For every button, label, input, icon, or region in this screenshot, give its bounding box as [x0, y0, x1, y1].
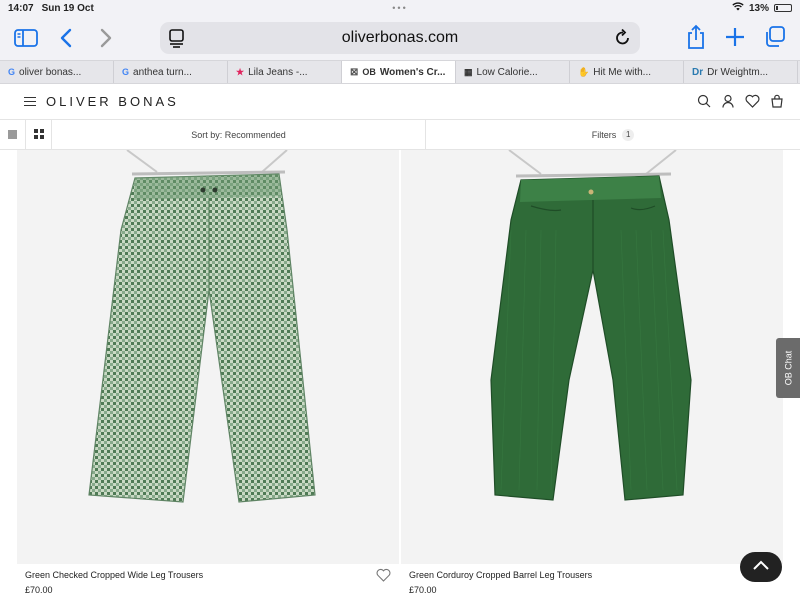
filter-bar: Sort by: Recommended Filters 1: [0, 120, 800, 150]
site-favicon-icon: ▦: [464, 66, 473, 77]
dr-favicon-icon: Dr: [692, 66, 704, 78]
back-icon[interactable]: [52, 24, 80, 52]
forward-icon[interactable]: [92, 24, 120, 52]
ob-chat-label: OB Chat: [783, 350, 794, 386]
star-icon: ★: [236, 66, 245, 77]
browser-toolbar: oliverbonas.com: [0, 16, 800, 60]
tab-lila-jeans[interactable]: ★ Lila Jeans -...: [228, 61, 342, 83]
status-date: Sun 19 Oct: [41, 2, 94, 14]
single-view-button[interactable]: [0, 120, 26, 149]
tab-anthea-search[interactable]: Ganthea turn...: [114, 61, 228, 83]
status-time: 14:07: [8, 2, 34, 14]
product-name[interactable]: Green Corduroy Cropped Barrel Leg Trouse…: [409, 570, 775, 580]
product-name[interactable]: Green Checked Cropped Wide Leg Trousers: [25, 570, 391, 580]
account-icon[interactable]: [721, 94, 735, 113]
tab-low-calorie[interactable]: ▦ Low Calorie...: [456, 61, 570, 83]
tab-overview-icon[interactable]: [764, 24, 786, 55]
browser-tab-strip: Goliver bonas... Ganthea turn... ★ Lila J…: [0, 60, 800, 84]
filters-count-badge: 1: [622, 128, 635, 141]
product-image-corduroy-trousers[interactable]: [401, 150, 783, 564]
share-icon[interactable]: [686, 24, 706, 55]
product-card[interactable]: Green Corduroy Cropped Barrel Leg Trouse…: [401, 150, 783, 595]
heart-icon[interactable]: [376, 568, 391, 584]
ob-chat-button[interactable]: OB Chat: [776, 338, 800, 398]
search-icon[interactable]: [697, 94, 711, 113]
product-image-checked-trousers[interactable]: [17, 150, 399, 564]
ob-favicon-icon: OB: [362, 67, 376, 77]
address-bar[interactable]: oliverbonas.com: [160, 22, 640, 54]
menu-icon[interactable]: [24, 97, 36, 106]
chevron-up-icon: [752, 558, 770, 576]
filters-button[interactable]: Filters 1: [426, 120, 800, 149]
reload-icon[interactable]: [614, 28, 632, 53]
tab-title: Lila Jeans -...: [248, 66, 308, 78]
sort-dropdown[interactable]: Sort by: Recommended: [52, 120, 426, 149]
single-view-icon: [8, 130, 17, 139]
page-menu-icon[interactable]: [168, 28, 186, 53]
wifi-icon: [732, 2, 744, 14]
bag-icon[interactable]: [770, 94, 784, 113]
site-header: OLIVER BONAS: [0, 84, 800, 120]
tab-title: Dr Weightm...: [707, 66, 769, 78]
tab-title: Low Calorie...: [476, 66, 538, 78]
product-card[interactable]: Green Checked Cropped Wide Leg Trousers …: [17, 150, 399, 595]
grid-view-icon: [33, 128, 44, 141]
scroll-to-top-button[interactable]: [740, 552, 782, 582]
filters-label: Filters: [591, 129, 617, 140]
google-icon: G: [122, 67, 130, 77]
tab-title: Hit Me with...: [593, 66, 652, 78]
tab-title: oliver bonas...: [19, 66, 82, 78]
battery-percent: 13%: [748, 2, 769, 14]
battery-icon: [774, 4, 792, 12]
tab-title: anthea turn...: [133, 66, 192, 78]
sidebar-icon[interactable]: [12, 24, 40, 52]
new-tab-icon[interactable]: [724, 24, 746, 55]
status-bar: 14:07 Sun 19 Oct ••• 13%: [0, 0, 800, 16]
tab-title: Women's Cr...: [379, 66, 446, 78]
tab-oliver-bonas-search[interactable]: Goliver bonas...: [0, 61, 114, 83]
product-price: £70.00: [25, 585, 53, 595]
product-grid: Green Checked Cropped Wide Leg Trousers …: [0, 150, 800, 595]
wishlist-icon[interactable]: [745, 94, 760, 113]
site-logo[interactable]: OLIVER BONAS: [46, 94, 179, 109]
url-text[interactable]: oliverbonas.com: [342, 29, 459, 47]
hand-icon: ✋: [578, 66, 590, 77]
product-price: £70.00: [409, 585, 437, 595]
google-icon: G: [8, 67, 16, 77]
tab-hit-me-with[interactable]: ✋ Hit Me with...: [570, 61, 684, 83]
multitask-dots-icon[interactable]: •••: [392, 3, 407, 13]
tab-womens-cropped[interactable]: ⊠ OB Women's Cr...: [342, 61, 456, 83]
tab-dr-weightman[interactable]: Dr Dr Weightm...: [684, 61, 798, 83]
grid-view-button[interactable]: [26, 120, 52, 149]
close-tab-icon[interactable]: ⊠: [350, 67, 358, 78]
